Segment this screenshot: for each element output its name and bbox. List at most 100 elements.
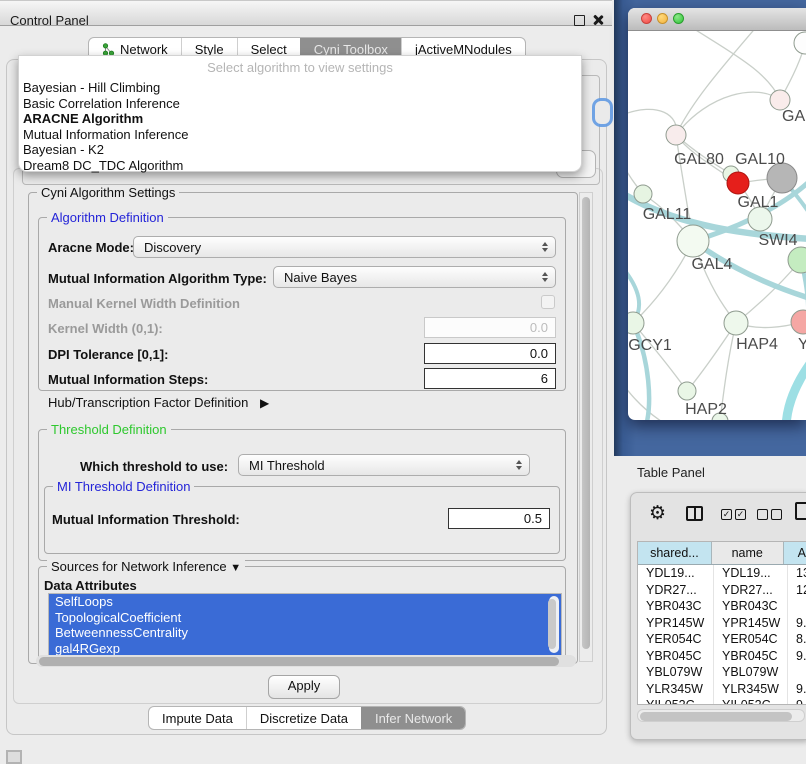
node-gal11[interactable] xyxy=(634,185,652,203)
column-header-name[interactable]: name xyxy=(712,542,784,564)
algorithm-option[interactable]: Mutual Information Inference xyxy=(19,127,581,143)
cell: YBR043C xyxy=(638,598,714,615)
gear-icon[interactable]: ⚙ xyxy=(649,504,666,523)
unchecked-checkbox-icon[interactable] xyxy=(757,509,768,520)
table-horizontal-scrollbar[interactable] xyxy=(637,709,805,722)
tab-impute-data-label: Impute Data xyxy=(162,711,233,726)
cell: 9. xyxy=(788,697,806,705)
mi-type-combo[interactable]: Naive Bayes xyxy=(273,266,556,288)
expanded-arrow-icon[interactable]: ▼ xyxy=(230,562,241,574)
hub-definition-toggle[interactable]: Hub/Transcription Factor Definition ▶ xyxy=(48,395,269,410)
algorithm-definition-legend: Algorithm Definition xyxy=(47,210,168,225)
cell: YDR27... xyxy=(638,582,714,599)
table-row[interactable]: YDL19... YDL19... 13 xyxy=(638,565,806,582)
network-canvas[interactable]: GAL GAL80 GAL10 GAL1 GAL11 SWI4 GAL4 GCY… xyxy=(628,31,806,420)
kernel-width-field[interactable]: 0.0 xyxy=(424,317,556,338)
cell: 13 xyxy=(788,565,806,582)
node[interactable] xyxy=(770,90,790,110)
settings-vertical-scrollbar[interactable] xyxy=(579,192,593,662)
list-vscroll-thumb[interactable] xyxy=(548,599,556,649)
tab-discretize-data[interactable]: Discretize Data xyxy=(246,707,361,729)
mi-threshold-label: Mutual Information Threshold: xyxy=(52,512,240,527)
mi-type-value: Naive Bayes xyxy=(284,270,542,285)
mi-steps-label: Mutual Information Steps: xyxy=(48,372,208,387)
unchecked-checkbox-icon[interactable] xyxy=(771,509,782,520)
cell: YIL052C xyxy=(638,697,714,705)
node-hap2[interactable] xyxy=(678,382,696,400)
node-gal4[interactable] xyxy=(677,225,709,257)
tab-infer-network-label: Infer Network xyxy=(375,711,452,726)
attribute-item[interactable]: BetweennessCentrality xyxy=(49,625,561,641)
cell: 9. xyxy=(788,615,806,632)
combo-arrows-icon xyxy=(542,242,548,253)
close-traffic-light[interactable] xyxy=(641,13,652,24)
algorithm-option[interactable]: Bayesian - K2 xyxy=(19,142,581,158)
node[interactable] xyxy=(794,32,806,54)
dpi-tolerance-field[interactable]: 0.0 xyxy=(424,343,556,364)
table-hscroll-thumb[interactable] xyxy=(640,712,792,721)
node-gal80[interactable] xyxy=(666,125,686,145)
node-green[interactable] xyxy=(788,247,806,273)
node-label: GAL1 xyxy=(738,194,779,211)
cell: YIL052C xyxy=(714,697,788,705)
table-row[interactable]: YLR345W YLR345W 9. xyxy=(638,681,806,698)
network-window-titlebar[interactable] xyxy=(628,8,806,31)
algorithm-option[interactable]: Basic Correlation Inference xyxy=(19,96,581,112)
settings-hscroll-thumb[interactable] xyxy=(39,657,559,666)
tab-impute-data[interactable]: Impute Data xyxy=(149,707,246,729)
mi-threshold-field[interactable]: 0.5 xyxy=(448,508,550,529)
cyni-bottom-tabs: Impute Data Discretize Data Infer Networ… xyxy=(148,706,466,730)
threshold-definition-legend: Threshold Definition xyxy=(47,422,171,437)
node-red[interactable] xyxy=(727,172,749,194)
which-threshold-value: MI Threshold xyxy=(249,458,516,473)
apply-button[interactable]: Apply xyxy=(268,675,340,699)
node-label: GAL10 xyxy=(735,151,785,168)
cell: YLR345W xyxy=(638,681,714,698)
settings-vscroll-thumb[interactable] xyxy=(582,197,590,649)
algorithm-option-selected[interactable]: ARACNE Algorithm xyxy=(19,111,581,127)
float-window-icon[interactable] xyxy=(574,15,585,26)
data-attributes-list: SelfLoops TopologicalCoefficient Between… xyxy=(48,593,562,656)
document-icon[interactable] xyxy=(795,502,806,520)
aracne-mode-combo[interactable]: Discovery xyxy=(133,236,556,258)
algorithm-option[interactable]: Dream8 DC_TDC Algorithm xyxy=(19,158,581,174)
manual-kernel-label: Manual Kernel Width Definition xyxy=(48,296,240,311)
tab-infer-network[interactable]: Infer Network xyxy=(361,707,465,729)
checked-checkbox-icon[interactable]: ✓ xyxy=(721,509,732,520)
minimize-traffic-light[interactable] xyxy=(657,13,668,24)
table-row[interactable]: YIL052C YIL052C 9. xyxy=(638,697,806,705)
table-row[interactable]: YBR043C YBR043C xyxy=(638,598,806,615)
table-row[interactable]: YDR27... YDR27... 12 xyxy=(638,582,806,599)
table-row[interactable]: YPR145W YPR145W 9. xyxy=(638,615,806,632)
manual-kernel-checkbox[interactable] xyxy=(541,295,555,309)
sources-legend: Sources for Network Inference ▼ xyxy=(47,559,245,576)
table-header-row: shared... name A xyxy=(638,542,806,565)
combo-arrows-icon xyxy=(516,460,522,471)
focused-combo-fragment xyxy=(595,101,610,124)
cyni-algorithm-settings-legend: Cyni Algorithm Settings xyxy=(37,185,179,200)
column-layout-icon[interactable] xyxy=(686,506,703,521)
column-header-partial[interactable]: A xyxy=(784,542,806,564)
data-attributes-label: Data Attributes xyxy=(44,578,137,593)
algorithm-option[interactable]: Bayesian - Hill Climbing xyxy=(19,80,581,96)
checked-checkbox-icon[interactable]: ✓ xyxy=(735,509,746,520)
settings-horizontal-scrollbar[interactable] xyxy=(36,655,576,667)
table-row[interactable]: YBR045C YBR045C 9. xyxy=(638,648,806,665)
which-threshold-combo[interactable]: MI Threshold xyxy=(238,454,530,476)
mi-steps-field[interactable]: 6 xyxy=(424,368,556,389)
zoom-traffic-light[interactable] xyxy=(673,13,684,24)
cell: 8. xyxy=(788,631,806,648)
list-vscroll-track[interactable] xyxy=(549,596,559,653)
column-header-shared[interactable]: shared... xyxy=(638,542,712,564)
attribute-item[interactable]: gal4RGexp xyxy=(49,641,561,657)
close-icon[interactable] xyxy=(592,14,604,26)
cell: YBR045C xyxy=(638,648,714,665)
node-hap4[interactable] xyxy=(724,311,748,335)
attribute-item[interactable]: SelfLoops xyxy=(49,594,561,610)
table-row[interactable]: YER054C YER054C 8. xyxy=(638,631,806,648)
cell: YBR043C xyxy=(714,598,788,615)
node-salmon[interactable] xyxy=(791,310,806,334)
attribute-item[interactable]: TopologicalCoefficient xyxy=(49,610,561,626)
table-row[interactable]: YBL079W YBL079W xyxy=(638,664,806,681)
aracne-mode-value: Discovery xyxy=(144,240,542,255)
